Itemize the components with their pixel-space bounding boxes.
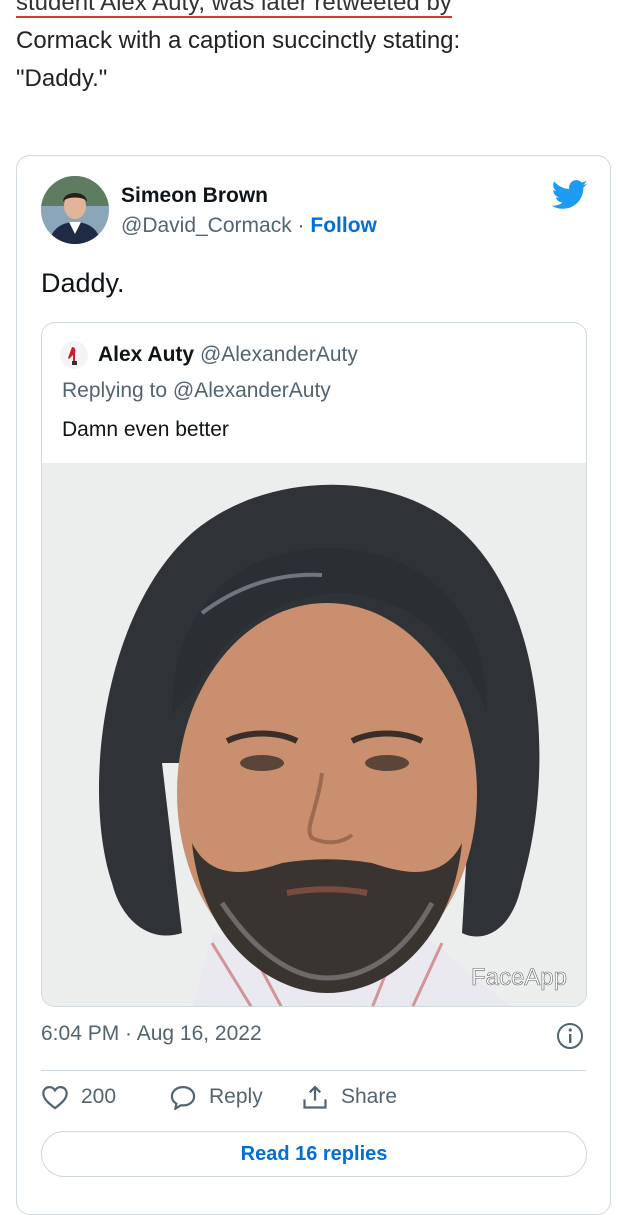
tweet-text: Daddy.	[41, 268, 125, 298]
author-avatar[interactable]	[41, 176, 109, 244]
like-button[interactable]: 200	[41, 1084, 116, 1110]
divider	[41, 1070, 586, 1071]
article-line-1: student Alex Auty, was later retweeted b…	[16, 0, 616, 22]
quoted-author-line: Alex Auty @AlexanderAuty	[98, 343, 358, 367]
author-name[interactable]: Simeon Brown	[121, 184, 268, 208]
reply-label: Reply	[209, 1085, 263, 1108]
speech-bubble-icon	[170, 1085, 196, 1110]
heart-icon	[42, 1085, 68, 1110]
quoted-author-avatar[interactable]	[60, 341, 88, 369]
share-arrow-icon	[303, 1085, 327, 1109]
quoted-author-handle[interactable]: @AlexanderAuty	[200, 343, 358, 366]
reply-button[interactable]: Reply	[169, 1084, 263, 1110]
faceapp-watermark: FaceApp	[471, 964, 567, 991]
quoted-tweet-media[interactable]: FaceApp	[42, 463, 586, 1006]
read-replies-button[interactable]: Read 16 replies	[41, 1131, 587, 1177]
article-line-2: Cormack with a caption succinctly statin…	[16, 27, 461, 54]
quoted-tweet-card[interactable]: Alex Auty @AlexanderAuty Replying to @Al…	[41, 322, 587, 1007]
meta-separator: ·	[297, 214, 305, 237]
article-text: student Alex Auty, was later retweeted b…	[16, 0, 616, 98]
share-label: Share	[341, 1085, 398, 1108]
info-icon[interactable]	[556, 1022, 584, 1050]
quoted-tweet-text: Damn even better	[62, 418, 229, 441]
replying-to-label: Replying to @AlexanderAuty	[62, 379, 331, 402]
follow-button[interactable]: Follow	[310, 214, 377, 237]
like-count: 200	[81, 1085, 117, 1108]
article-line-1-text: student Alex Auty, was later retweeted b…	[16, 0, 452, 18]
quoted-author-name[interactable]: Alex Auty	[98, 343, 194, 366]
author-meta: @David_Cormack · Follow	[121, 214, 377, 238]
embedded-tweet-card[interactable]: Simeon Brown @David_Cormack · Follow Dad…	[16, 155, 611, 1215]
author-handle[interactable]: @David_Cormack	[121, 214, 292, 237]
article-line-3: "Daddy."	[16, 65, 108, 92]
tweet-timestamp[interactable]: 6:04 PM · Aug 16, 2022	[41, 1022, 262, 1046]
share-button[interactable]: Share	[301, 1084, 397, 1110]
twitter-bird-icon[interactable]	[552, 180, 588, 210]
